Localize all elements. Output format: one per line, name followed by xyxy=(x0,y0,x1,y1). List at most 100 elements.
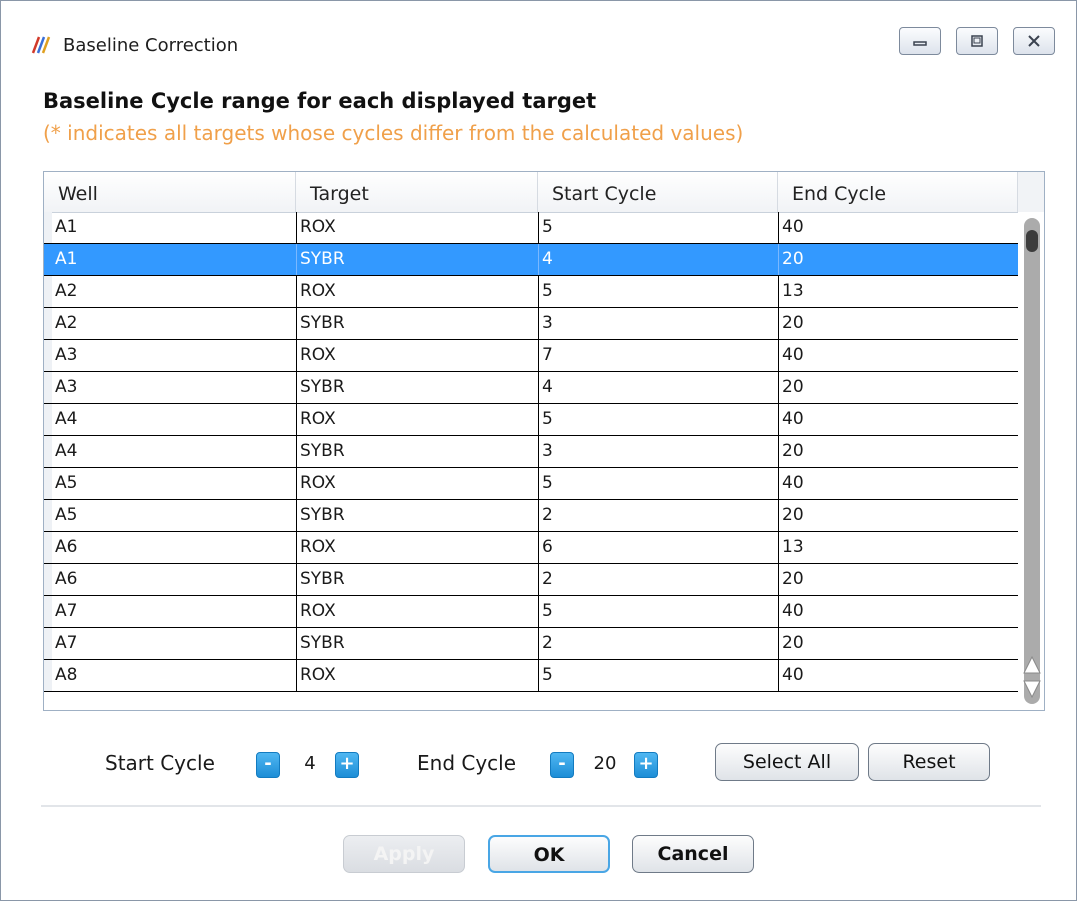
cell-end-cycle[interactable]: 20 xyxy=(778,564,1018,595)
cell-target[interactable]: SYBR xyxy=(296,436,538,467)
start-cycle-decrement-button[interactable]: - xyxy=(256,752,280,778)
table-row[interactable]: A4 SYBR 3 20 xyxy=(44,436,1018,468)
cell-end-cycle[interactable]: 20 xyxy=(778,308,1018,339)
table-row[interactable]: A1 ROX 5 40 xyxy=(44,212,1018,244)
cell-target[interactable]: ROX xyxy=(296,660,538,691)
cell-well[interactable]: A4 xyxy=(52,404,296,435)
cell-end-cycle[interactable]: 13 xyxy=(778,532,1018,563)
table-row[interactable]: A2 SYBR 3 20 xyxy=(44,308,1018,340)
column-header-end-cycle[interactable]: End Cycle xyxy=(778,172,1018,212)
scroll-up-arrow-icon[interactable] xyxy=(1020,654,1044,676)
cell-well[interactable]: A2 xyxy=(52,276,296,307)
cell-target[interactable]: SYBR xyxy=(296,500,538,531)
cell-end-cycle[interactable]: 40 xyxy=(778,212,1018,243)
scroll-track[interactable] xyxy=(1024,218,1040,704)
column-header-start-cycle[interactable]: Start Cycle xyxy=(538,172,778,212)
row-gutter xyxy=(44,340,52,371)
cell-well[interactable]: A7 xyxy=(52,596,296,627)
cell-start-cycle[interactable]: 2 xyxy=(538,628,778,659)
cell-well[interactable]: A4 xyxy=(52,436,296,467)
reset-button[interactable]: Reset xyxy=(868,743,990,781)
cell-start-cycle[interactable]: 5 xyxy=(538,468,778,499)
cell-start-cycle[interactable]: 5 xyxy=(538,276,778,307)
select-all-button[interactable]: Select All xyxy=(715,743,859,781)
cancel-button[interactable]: Cancel xyxy=(632,835,754,873)
cell-start-cycle[interactable]: 5 xyxy=(538,596,778,627)
cell-end-cycle[interactable]: 40 xyxy=(778,660,1018,691)
cell-end-cycle[interactable]: 20 xyxy=(778,500,1018,531)
table-row[interactable]: A4 ROX 5 40 xyxy=(44,404,1018,436)
column-header-target[interactable]: Target xyxy=(296,172,538,212)
table-row[interactable]: A6 SYBR 2 20 xyxy=(44,564,1018,596)
close-button[interactable] xyxy=(1013,27,1055,55)
cell-end-cycle[interactable]: 40 xyxy=(778,468,1018,499)
cell-start-cycle[interactable]: 3 xyxy=(538,308,778,339)
cell-well[interactable]: A3 xyxy=(52,372,296,403)
cell-start-cycle[interactable]: 5 xyxy=(538,212,778,243)
cell-end-cycle[interactable]: 20 xyxy=(778,244,1018,275)
cell-target[interactable]: SYBR xyxy=(296,628,538,659)
table-row[interactable]: A5 SYBR 2 20 xyxy=(44,500,1018,532)
cell-well[interactable]: A1 xyxy=(52,244,296,275)
cell-start-cycle[interactable]: 4 xyxy=(538,244,778,275)
cell-well[interactable]: A5 xyxy=(52,468,296,499)
cell-well[interactable]: A7 xyxy=(52,628,296,659)
cell-start-cycle[interactable]: 7 xyxy=(538,340,778,371)
cell-start-cycle[interactable]: 5 xyxy=(538,404,778,435)
cell-well[interactable]: A3 xyxy=(52,340,296,371)
cell-well[interactable]: A2 xyxy=(52,308,296,339)
row-gutter xyxy=(44,308,52,339)
cell-target[interactable]: ROX xyxy=(296,532,538,563)
table-row[interactable]: A6 ROX 6 13 xyxy=(44,532,1018,564)
end-cycle-increment-button[interactable]: + xyxy=(634,752,658,778)
cell-target[interactable]: SYBR xyxy=(296,244,538,275)
cell-target[interactable]: ROX xyxy=(296,596,538,627)
cell-end-cycle[interactable]: 20 xyxy=(778,628,1018,659)
vertical-scrollbar[interactable] xyxy=(1020,212,1044,710)
cell-start-cycle[interactable]: 4 xyxy=(538,372,778,403)
cell-target[interactable]: ROX xyxy=(296,340,538,371)
start-cycle-value[interactable]: 4 xyxy=(295,753,325,774)
cell-target[interactable]: SYBR xyxy=(296,564,538,595)
table-row[interactable]: A8 ROX 5 40 xyxy=(44,660,1018,692)
table-row[interactable]: A5 ROX 5 40 xyxy=(44,468,1018,500)
end-cycle-decrement-button[interactable]: - xyxy=(550,752,574,778)
end-cycle-value[interactable]: 20 xyxy=(587,753,623,774)
minimize-button[interactable] xyxy=(899,27,941,55)
table-row[interactable]: A1 SYBR 4 20 xyxy=(44,244,1018,276)
cell-start-cycle[interactable]: 2 xyxy=(538,500,778,531)
cell-end-cycle[interactable]: 13 xyxy=(778,276,1018,307)
cell-end-cycle[interactable]: 40 xyxy=(778,596,1018,627)
cell-well[interactable]: A5 xyxy=(52,500,296,531)
scroll-thumb[interactable] xyxy=(1026,230,1038,252)
cell-target[interactable]: SYBR xyxy=(296,372,538,403)
ok-button[interactable]: OK xyxy=(488,835,610,873)
table-row[interactable]: A7 SYBR 2 20 xyxy=(44,628,1018,660)
table-row[interactable]: A7 ROX 5 40 xyxy=(44,596,1018,628)
cell-target[interactable]: ROX xyxy=(296,404,538,435)
cell-end-cycle[interactable]: 40 xyxy=(778,340,1018,371)
cell-start-cycle[interactable]: 3 xyxy=(538,436,778,467)
cell-target[interactable]: ROX xyxy=(296,468,538,499)
cell-well[interactable]: A6 xyxy=(52,532,296,563)
maximize-button[interactable] xyxy=(956,27,998,55)
start-cycle-increment-button[interactable]: + xyxy=(335,752,359,778)
cell-target[interactable]: SYBR xyxy=(296,308,538,339)
cell-well[interactable]: A6 xyxy=(52,564,296,595)
cell-target[interactable]: ROX xyxy=(296,212,538,243)
cell-end-cycle[interactable]: 20 xyxy=(778,436,1018,467)
cell-well[interactable]: A1 xyxy=(52,212,296,243)
cell-start-cycle[interactable]: 5 xyxy=(538,660,778,691)
scroll-down-arrow-icon[interactable] xyxy=(1020,678,1044,700)
cell-start-cycle[interactable]: 6 xyxy=(538,532,778,563)
cell-end-cycle[interactable]: 40 xyxy=(778,404,1018,435)
table-row[interactable]: A2 ROX 5 13 xyxy=(44,276,1018,308)
cell-end-cycle[interactable]: 20 xyxy=(778,372,1018,403)
table-row[interactable]: A3 SYBR 4 20 xyxy=(44,372,1018,404)
table-row[interactable]: A3 ROX 7 40 xyxy=(44,340,1018,372)
cell-start-cycle[interactable]: 2 xyxy=(538,564,778,595)
apply-button[interactable]: Apply xyxy=(343,835,465,873)
cell-well[interactable]: A8 xyxy=(52,660,296,691)
cell-target[interactable]: ROX xyxy=(296,276,538,307)
column-header-well[interactable]: Well xyxy=(44,172,296,212)
